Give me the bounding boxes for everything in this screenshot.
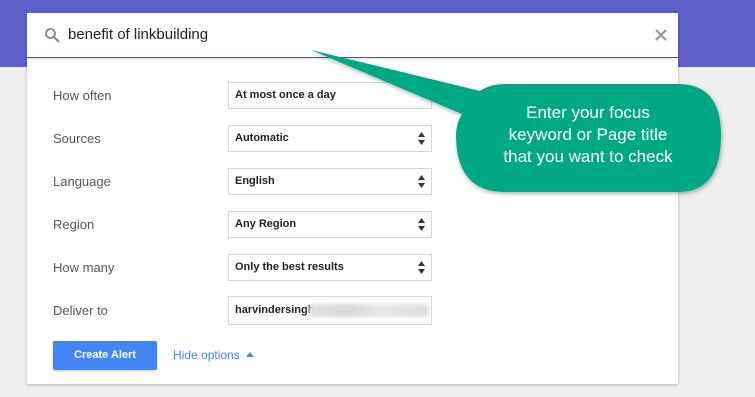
callout-line: that you want to check — [503, 147, 673, 166]
callout-line: keyword or Page title — [508, 125, 668, 144]
callout-text: Enter your focus keyword or Page title t… — [458, 102, 718, 168]
callout-line: Enter your focus — [526, 103, 650, 122]
callout-bubble — [311, 50, 721, 192]
